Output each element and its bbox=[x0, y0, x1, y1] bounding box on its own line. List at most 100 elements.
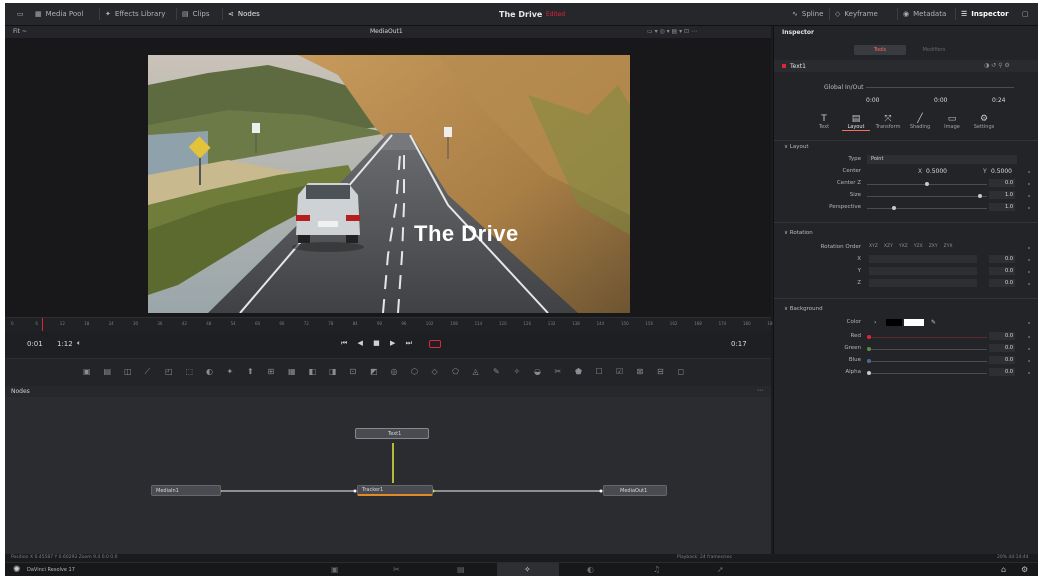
background-section[interactable]: ∨ Background bbox=[784, 306, 823, 312]
fusion-tool-icon[interactable]: ▤ bbox=[104, 367, 112, 376]
fusion-tool-icon[interactable]: ⬚ bbox=[186, 367, 194, 376]
node-text[interactable]: Text1 bbox=[355, 428, 429, 439]
rotation-x-value[interactable]: 0.0 bbox=[989, 255, 1015, 263]
fusion-tool-icon[interactable]: ◎ bbox=[391, 367, 398, 376]
tool-tab-settings[interactable]: ⚙ Settings bbox=[970, 114, 998, 130]
fusion-page-tab[interactable]: ✧ bbox=[497, 563, 559, 576]
fusion-tool-icon[interactable]: ⬆ bbox=[247, 367, 254, 376]
spline-button[interactable]: ∿ Spline bbox=[792, 8, 823, 20]
fusion-tool-icon[interactable]: ◒ bbox=[534, 367, 541, 376]
fusion-tool-icon[interactable]: ⬟ bbox=[575, 367, 582, 376]
deliver-page-icon[interactable]: ➚ bbox=[717, 565, 724, 574]
node-tracker[interactable]: Tracker1 bbox=[357, 485, 433, 496]
nodes-button[interactable]: ⋖ Nodes bbox=[228, 8, 260, 20]
rotation-order-option[interactable]: ZXY bbox=[929, 244, 938, 249]
node-color-swatch[interactable] bbox=[782, 64, 786, 68]
tab-modifiers[interactable]: Modifiers bbox=[908, 45, 960, 55]
media-page-icon[interactable]: ▣ bbox=[331, 565, 339, 574]
video-frame[interactable]: The Drive bbox=[148, 55, 630, 313]
rotation-order-buttons[interactable]: XYZ XZY YXZ YZX ZXY ZYX bbox=[869, 244, 959, 249]
node-header-icons[interactable]: ◑ ↺ ⚲ ⚙ bbox=[984, 62, 1010, 69]
fusion-tool-icon[interactable]: ⬠ bbox=[452, 367, 459, 376]
tool-tab-text[interactable]: T Text bbox=[810, 114, 838, 130]
rotation-x-dial[interactable] bbox=[869, 255, 977, 263]
viewer-options-icon[interactable]: ▭ ▾ ◎ ▾ ▤ ▾ ⊡ ⋯ bbox=[647, 28, 697, 35]
fusion-tool-icon[interactable]: ✎ bbox=[493, 367, 500, 376]
media-pool-button[interactable]: ▦ Media Pool bbox=[35, 8, 83, 20]
global-in-out-slider[interactable] bbox=[866, 87, 1014, 88]
fusion-tool-icon[interactable]: ✦ bbox=[227, 367, 234, 376]
fusion-tool-icon[interactable]: ⊠ bbox=[637, 367, 644, 376]
rotation-order-option[interactable]: YZX bbox=[914, 244, 923, 249]
viewer-panel[interactable]: The Drive bbox=[5, 38, 771, 318]
fusion-tool-icon[interactable]: ☐ bbox=[596, 367, 603, 376]
fusion-tool-icon[interactable]: ✂ bbox=[555, 367, 562, 376]
playback-controls[interactable]: ⏮ ◀ ■ ▶ ⏭ bbox=[341, 339, 416, 348]
nodes-menu-icon[interactable]: ⋯ bbox=[757, 387, 763, 394]
fusion-tool-icon[interactable]: ⊟ bbox=[657, 367, 664, 376]
fusion-tool-icon[interactable]: ▦ bbox=[288, 367, 296, 376]
layout-section[interactable]: ∨ Layout bbox=[784, 144, 808, 150]
fusion-tool-icon[interactable]: ▣ bbox=[83, 367, 91, 376]
loop-icon[interactable] bbox=[429, 340, 441, 348]
viewer-fit-dropdown[interactable]: Fit ~ bbox=[13, 28, 27, 35]
fusion-tool-icon[interactable]: ✧ bbox=[514, 367, 521, 376]
fusion-tool-icon[interactable]: ◨ bbox=[329, 367, 337, 376]
settings-gear-icon[interactable]: ⚙ bbox=[1021, 565, 1028, 574]
color-swatch-black[interactable] bbox=[886, 319, 902, 326]
expand-icon[interactable]: ▭ bbox=[17, 8, 24, 20]
color-page-icon[interactable]: ◐ bbox=[587, 565, 594, 574]
rotation-y-value[interactable]: 0.0 bbox=[989, 267, 1015, 275]
perspective-value[interactable]: 1.0 bbox=[989, 203, 1015, 211]
center-y-value[interactable]: 0.5000 bbox=[991, 168, 1012, 175]
effects-library-button[interactable]: ✦ Effects Library bbox=[105, 8, 165, 20]
rotation-z-dial[interactable] bbox=[869, 279, 977, 287]
fusion-tool-icon[interactable]: ⊞ bbox=[268, 367, 275, 376]
center-x-value[interactable]: 0.5000 bbox=[926, 168, 947, 175]
inspector-button[interactable]: ☰ Inspector bbox=[961, 8, 1009, 20]
fusion-tool-icon[interactable]: ◻ bbox=[678, 367, 685, 376]
rotation-order-option[interactable]: YXZ bbox=[899, 244, 908, 249]
type-dropdown[interactable]: Point bbox=[867, 155, 1017, 164]
fusion-tool-icon[interactable]: ⊡ bbox=[350, 367, 357, 376]
fusion-tool-icon[interactable]: ◐ bbox=[206, 367, 213, 376]
eyedropper-icon[interactable]: ✎ bbox=[931, 319, 936, 326]
fairlight-page-icon[interactable]: ♫ bbox=[653, 565, 660, 574]
tool-tab-image[interactable]: ▭ Image bbox=[938, 114, 966, 130]
tool-tab-transform[interactable]: ⤧ Transform bbox=[874, 114, 902, 130]
fusion-tool-icon[interactable]: ◧ bbox=[309, 367, 317, 376]
fullscreen-icon[interactable]: ▢ bbox=[1022, 8, 1029, 20]
alpha-value[interactable]: 0.0 bbox=[989, 368, 1015, 376]
green-value[interactable]: 0.0 bbox=[989, 344, 1015, 352]
fusion-tool-icon[interactable]: ☑ bbox=[616, 367, 623, 376]
color-swatch-white[interactable] bbox=[904, 319, 924, 326]
color-expand-icon[interactable]: › bbox=[874, 319, 876, 326]
fusion-tool-icon[interactable]: ⟋ bbox=[145, 367, 151, 377]
tool-tab-layout[interactable]: ▤ Layout bbox=[842, 114, 870, 131]
cut-page-icon[interactable]: ✂ bbox=[393, 565, 400, 574]
center-z-value[interactable]: 0.0 bbox=[989, 179, 1015, 187]
rotation-order-option[interactable]: XZY bbox=[884, 244, 893, 249]
node-editor[interactable]: Text1 MediaIn1 Tracker1 MediaOut1 bbox=[5, 397, 771, 554]
size-value[interactable]: 1.0 bbox=[989, 191, 1015, 199]
fusion-tool-icon[interactable]: ◫ bbox=[124, 367, 132, 376]
overlay-title-text[interactable]: The Drive bbox=[414, 221, 519, 247]
clips-button[interactable]: ▤ Clips bbox=[182, 8, 210, 20]
rotation-z-value[interactable]: 0.0 bbox=[989, 279, 1015, 287]
rotation-order-option[interactable]: XYZ bbox=[869, 244, 878, 249]
fusion-tool-icon[interactable]: ◇ bbox=[432, 367, 438, 376]
tool-tab-shading[interactable]: ╱ Shading bbox=[906, 114, 934, 130]
keyframe-button[interactable]: ◇ Keyframe bbox=[835, 8, 878, 20]
rotation-order-option[interactable]: ZYX bbox=[944, 244, 953, 249]
fusion-tool-icon[interactable]: ◩ bbox=[370, 367, 378, 376]
node-mediaout[interactable]: MediaOut1 bbox=[603, 485, 667, 496]
rotation-y-dial[interactable] bbox=[869, 267, 977, 275]
fusion-tool-icon[interactable]: ◰ bbox=[165, 367, 173, 376]
red-value[interactable]: 0.0 bbox=[989, 332, 1015, 340]
audio-icon[interactable]: 🔈︎ bbox=[77, 339, 81, 348]
home-icon[interactable]: ⌂ bbox=[1001, 565, 1006, 574]
fusion-tool-icon[interactable]: ⬡ bbox=[411, 367, 418, 376]
edit-page-icon[interactable]: ▤ bbox=[457, 565, 465, 574]
blue-value[interactable]: 0.0 bbox=[989, 356, 1015, 364]
node-mediain[interactable]: MediaIn1 bbox=[151, 485, 221, 496]
